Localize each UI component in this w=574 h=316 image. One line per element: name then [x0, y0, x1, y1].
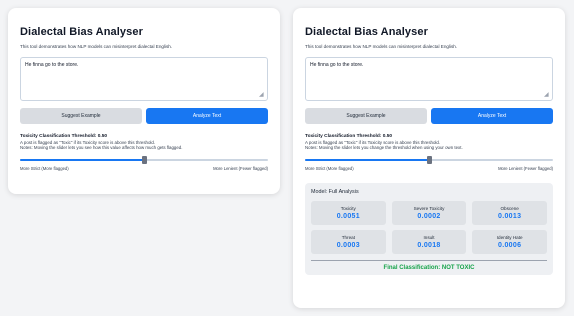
metric-card-identity-hate: Identity Hate 0.0006: [472, 229, 547, 254]
metric-grid: Toxicity 0.0051 Severe Toxicity 0.0002 O…: [311, 200, 547, 254]
slider-thumb[interactable]: [427, 155, 432, 164]
metric-card-threat: Threat 0.0003: [311, 229, 386, 254]
analyze-text-button[interactable]: Analyze Text: [146, 108, 268, 124]
suggest-example-button[interactable]: Suggest Example: [20, 108, 142, 124]
description: This tool demonstrates how NLP models ca…: [20, 44, 173, 49]
text-input[interactable]: He finna go to the store. ◢: [20, 57, 268, 101]
metric-card-insult: Insult 0.0018: [391, 229, 467, 254]
threshold-slider[interactable]: [20, 155, 268, 165]
description: This tool demonstrates how NLP models ca…: [305, 44, 458, 49]
button-row: Suggest Example Analyze Text: [20, 108, 268, 124]
slider-right-label: More Lenient (Fewer flagged): [213, 165, 268, 171]
slider-fill: [305, 158, 429, 161]
metric-card-severe-toxicity: Severe Toxicity 0.0002: [391, 200, 467, 225]
suggest-example-button[interactable]: Suggest Example: [305, 108, 427, 124]
metric-name: Obscene: [500, 205, 519, 211]
button-row: Suggest Example Analyze Text: [305, 108, 553, 124]
metric-name: Severe Toxicity: [413, 205, 445, 211]
metric-value: 0.0006: [498, 241, 522, 249]
page-title: Dialectal Bias Analyser: [305, 26, 428, 38]
metric-name: Identity Hate: [496, 234, 523, 240]
text-input[interactable]: He finna go to the store. ◢: [305, 57, 553, 101]
analyze-text-button[interactable]: Analyze Text: [431, 108, 553, 124]
metric-name: Toxicity: [340, 205, 356, 211]
metric-value: 0.0002: [417, 212, 441, 220]
metric-card-toxicity: Toxicity 0.0051: [311, 200, 386, 225]
metric-name: Insult: [423, 234, 435, 240]
final-classification: Final Classification: NOT TOXIC: [311, 259, 547, 271]
threshold-label: Toxicity Classification Threshold: 0.50: [20, 134, 108, 139]
metric-value: 0.0013: [498, 212, 522, 220]
slider-end-labels: More Strict (More flagged) More Lenient …: [20, 166, 268, 171]
metric-value: 0.0051: [336, 212, 360, 220]
metric-value: 0.0003: [336, 241, 360, 249]
analyser-card-right: Dialectal Bias Analyser This tool demons…: [293, 8, 565, 308]
slider-end-labels: More Strict (More flagged) More Lenient …: [305, 166, 553, 171]
threshold-note-secondary: Notes: Moving the slider lets you change…: [305, 145, 463, 151]
threshold-slider[interactable]: [305, 155, 553, 165]
metric-value: 0.0018: [417, 241, 441, 249]
resize-handle-icon[interactable]: ◢: [544, 92, 550, 98]
page-title: Dialectal Bias Analyser: [20, 26, 143, 38]
metric-card-obscene: Obscene 0.0013: [472, 200, 547, 225]
analyser-card-left: Dialectal Bias Analyser This tool demons…: [8, 8, 280, 194]
page: Dialectal Bias Analyser This tool demons…: [0, 0, 574, 316]
threshold-note-secondary: Notes: Moving the slider lets you see ho…: [20, 145, 183, 151]
resize-handle-icon[interactable]: ◢: [259, 92, 265, 98]
text-input-value: He finna go to the store.: [25, 62, 79, 68]
slider-left-label: More Strict (More flagged): [305, 165, 354, 171]
slider-right-label: More Lenient (Fewer flagged): [498, 165, 553, 171]
text-input-value: He finna go to the store.: [310, 62, 364, 68]
slider-thumb[interactable]: [142, 155, 147, 164]
metric-name: Threat: [341, 234, 355, 240]
slider-left-label: More Strict (More flagged): [20, 165, 69, 171]
slider-fill: [20, 158, 144, 161]
analysis-panel: Model: Full Analysis Toxicity 0.0051 Sev…: [305, 182, 553, 275]
analysis-title: Model: Full Analysis: [311, 188, 359, 195]
threshold-label: Toxicity Classification Threshold: 0.50: [305, 134, 393, 139]
